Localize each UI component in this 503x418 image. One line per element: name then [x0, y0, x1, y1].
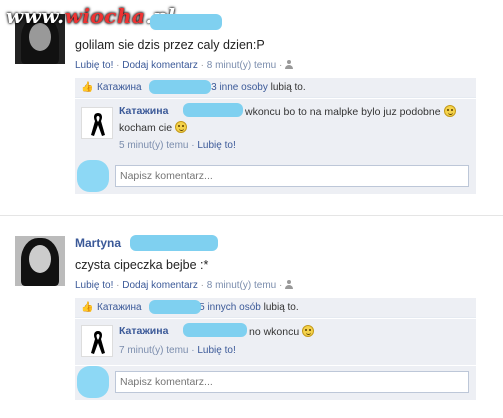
- like-button[interactable]: Lubię to!: [75, 280, 113, 291]
- comment: Катажина no wkoncu 7 minut(y) temu · Lub…: [75, 319, 476, 365]
- post-actions: Lubię to! · Dodaj komentarz · 8 minut(y)…: [75, 280, 295, 291]
- post-avatar[interactable]: [15, 236, 65, 286]
- liker-name[interactable]: Катажина: [97, 302, 142, 313]
- censored-liker: [149, 300, 201, 314]
- comment-text: no wkoncu: [249, 325, 315, 338]
- likes-summary: 👍 Катажина 5 innych osób lubią to.: [75, 298, 476, 318]
- comment-like-button[interactable]: Lubię to!: [197, 345, 235, 356]
- smiley-icon: [302, 325, 315, 337]
- friends-icon: [285, 280, 295, 289]
- comment-composer: [75, 366, 476, 400]
- post-2: Martyna czysta cipeczka bejbe :* Lubię t…: [0, 0, 503, 418]
- comment-time[interactable]: 7 minut(y) temu: [119, 345, 188, 356]
- thumbs-up-icon: 👍: [81, 302, 94, 313]
- comment-input[interactable]: [115, 371, 469, 393]
- post-text: czysta cipeczka bejbe :*: [75, 258, 209, 272]
- comment-meta: 7 minut(y) temu · Lubię to!: [119, 345, 236, 356]
- black-ribbon-icon: [91, 331, 105, 354]
- add-comment-button[interactable]: Dodaj komentarz: [122, 280, 198, 291]
- post-author[interactable]: Martyna: [75, 236, 121, 250]
- post-time[interactable]: 8 minut(y) temu: [207, 280, 276, 291]
- comment-avatar[interactable]: [81, 325, 113, 357]
- composer-avatar: [77, 366, 109, 398]
- likers-others[interactable]: 5 innych osób: [199, 302, 261, 313]
- comment-author[interactable]: Катажина: [119, 325, 168, 337]
- censored-comment-author: [183, 323, 247, 337]
- censored-author-name: [130, 235, 218, 251]
